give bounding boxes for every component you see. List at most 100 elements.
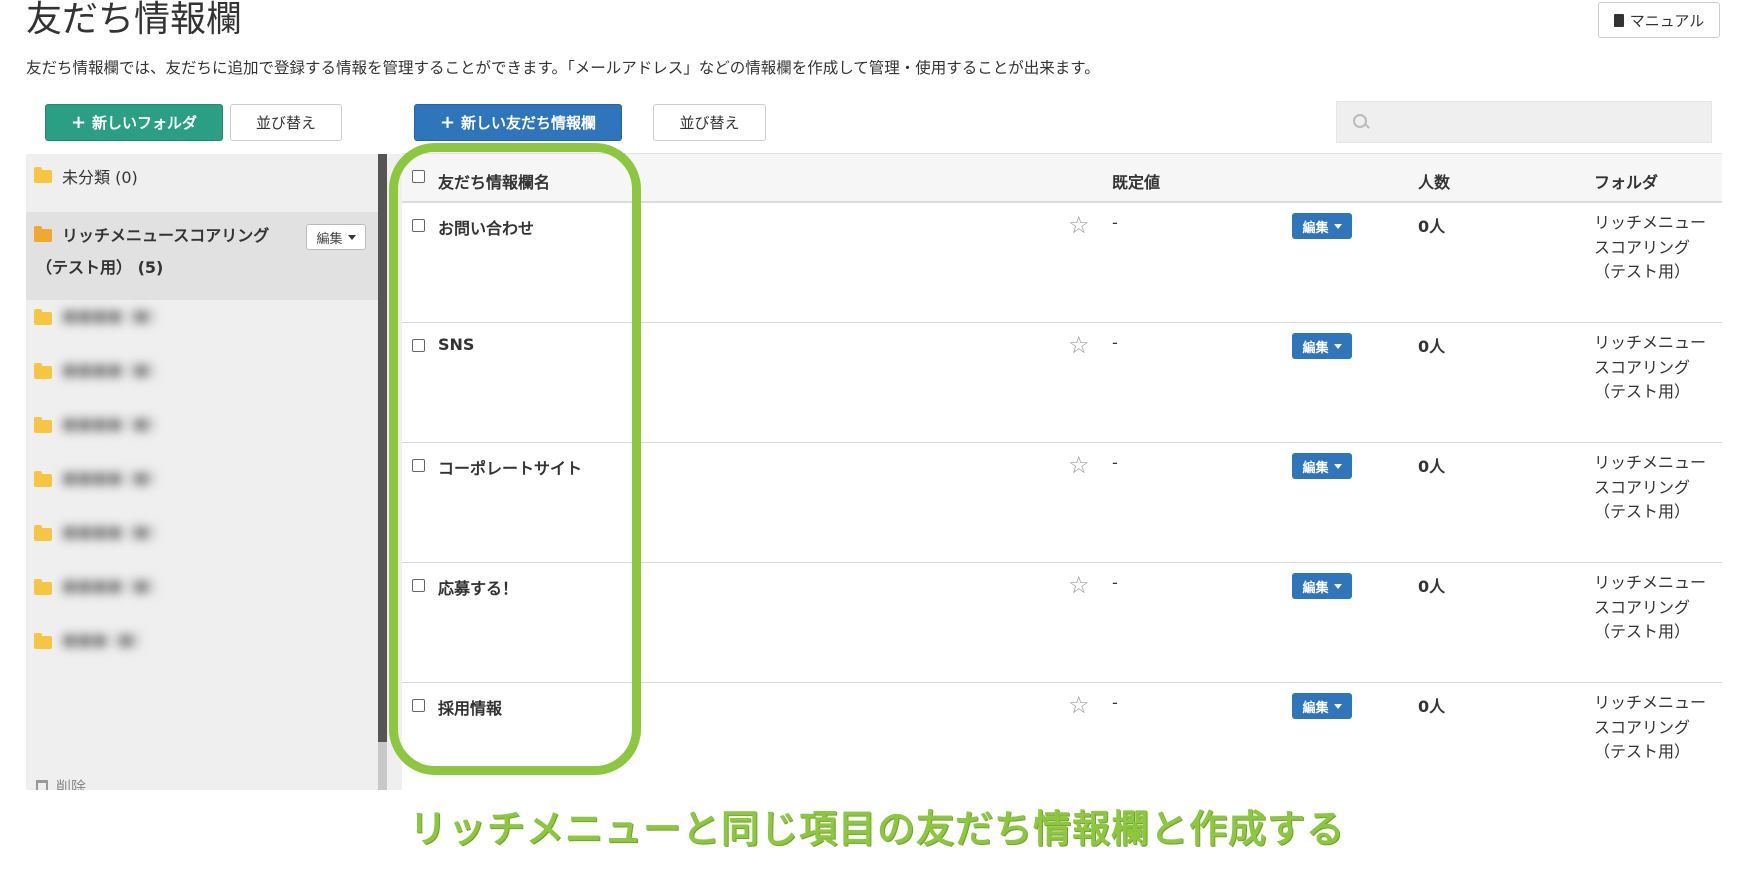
folder-edit-dropdown[interactable]: 編集 xyxy=(306,224,366,250)
field-name[interactable]: 応募する！ xyxy=(438,575,518,599)
edit-dropdown-button[interactable]: 編集 xyxy=(1292,333,1352,359)
default-value: - xyxy=(1112,333,1118,352)
row-checkbox[interactable] xyxy=(412,699,425,712)
edit-dropdown-button[interactable]: 編集 xyxy=(1292,453,1352,479)
star-icon[interactable]: ☆ xyxy=(1068,451,1090,479)
folder-label: ■■■■ (■) xyxy=(62,468,156,487)
table-row: SNS ☆ - 編集 0人 リッチメニュースコアリング（テスト用） xyxy=(402,323,1722,443)
folder-label: ■■■■ (■) xyxy=(62,306,156,325)
friend-count: 0人 xyxy=(1418,217,1446,236)
column-default-header[interactable]: 既定値 xyxy=(1112,169,1160,193)
new-folder-label: 新しいフォルダ xyxy=(92,114,198,132)
page-title: 友だち情報欄 xyxy=(26,0,243,40)
friend-count: 0人 xyxy=(1418,697,1446,716)
chevron-down-icon xyxy=(1333,583,1342,589)
row-checkbox[interactable] xyxy=(412,579,425,592)
row-checkbox[interactable] xyxy=(412,219,425,232)
star-icon[interactable]: ☆ xyxy=(1068,691,1090,719)
edit-dropdown-button[interactable]: 編集 xyxy=(1292,213,1352,239)
folder-name: リッチメニュースコアリング（テスト用） xyxy=(1594,573,1707,641)
folder-uncategorized[interactable]: 未分類 (0) xyxy=(26,164,376,194)
folder-icon xyxy=(34,579,52,595)
chevron-down-icon xyxy=(1333,223,1342,229)
friend-info-table: 友だち情報欄名 既定値 人数 フォルダ お問い合わせ ☆ - 編集 0人 リッチ… xyxy=(402,153,1722,790)
column-name-header[interactable]: 友だち情報欄名 xyxy=(438,169,550,193)
default-value: - xyxy=(1112,213,1118,232)
folder-label-line2: （テスト用） (5) xyxy=(36,258,164,277)
column-count-header[interactable]: 人数 xyxy=(1418,169,1450,193)
folder-icon xyxy=(34,417,52,433)
folder-label: ■■■ (■) xyxy=(62,630,141,649)
page-description: 友だち情報欄では、友だちに追加で登録する情報を管理することができます。「メールア… xyxy=(26,59,1100,77)
sort-fields-button[interactable]: 並び替え xyxy=(653,104,766,141)
field-name[interactable]: コーポレートサイト xyxy=(438,455,582,479)
folder-item[interactable]: ■■■■ (■) xyxy=(26,410,376,440)
star-icon[interactable]: ☆ xyxy=(1068,571,1090,599)
folder-label: ■■■■ (■) xyxy=(62,360,156,379)
edit-dropdown-button[interactable]: 編集 xyxy=(1292,693,1352,719)
folder-item[interactable]: ■■■■ (■) xyxy=(26,356,376,386)
chevron-down-icon xyxy=(1333,703,1342,709)
sort-folders-button[interactable]: 並び替え xyxy=(230,104,342,141)
folder-edit-label: 編集 xyxy=(316,231,343,247)
sidebar-scrollbar[interactable] xyxy=(378,154,387,742)
table-row: コーポレートサイト ☆ - 編集 0人 リッチメニュースコアリング（テスト用） xyxy=(402,443,1722,563)
search-box[interactable] xyxy=(1336,101,1712,143)
edit-label: 編集 xyxy=(1302,580,1329,596)
trash-folder[interactable]: 削除 xyxy=(36,776,86,790)
folder-icon xyxy=(34,471,52,487)
table-header: 友だち情報欄名 既定値 人数 フォルダ xyxy=(402,153,1722,203)
plus-icon: + xyxy=(439,111,456,133)
folder-item[interactable]: ■■■■ (■) xyxy=(26,518,376,548)
folder-label-line1: リッチメニュースコアリング xyxy=(62,226,270,245)
folder-name: リッチメニュースコアリング（テスト用） xyxy=(1594,693,1707,761)
table-row: お問い合わせ ☆ - 編集 0人 リッチメニュースコアリング（テスト用） xyxy=(402,203,1722,323)
folder-name: リッチメニュースコアリング（テスト用） xyxy=(1594,333,1707,401)
field-name[interactable]: SNS xyxy=(438,335,474,354)
folder-item[interactable]: ■■■■ (■) xyxy=(26,464,376,494)
annotation-caption: リッチメニューと同じ項目の友だち情報欄と作成する xyxy=(408,807,1345,851)
row-checkbox[interactable] xyxy=(412,459,425,472)
folder-icon xyxy=(34,167,52,183)
edit-dropdown-button[interactable]: 編集 xyxy=(1292,573,1352,599)
table-row: 採用情報 ☆ - 編集 0人 リッチメニュースコアリング（テスト用） xyxy=(402,683,1722,790)
manual-button[interactable]: マニュアル xyxy=(1598,2,1720,38)
folder-selected[interactable]: リッチメニュースコアリング （テスト用） (5) 編集 xyxy=(26,212,378,300)
new-friend-field-label: 新しい友だち情報欄 xyxy=(461,114,597,132)
plus-icon: + xyxy=(70,111,87,133)
select-all-checkbox[interactable] xyxy=(412,170,425,183)
folder-label: ■■■■ (■) xyxy=(62,414,156,433)
folder-icon xyxy=(34,633,52,649)
edit-label: 編集 xyxy=(1302,460,1329,476)
row-checkbox[interactable] xyxy=(412,339,425,352)
edit-label: 編集 xyxy=(1302,220,1329,236)
field-name[interactable]: お問い合わせ xyxy=(438,215,534,239)
default-value: - xyxy=(1112,693,1118,712)
folder-open-icon xyxy=(34,226,52,242)
folder-icon xyxy=(34,363,52,379)
folder-item[interactable]: ■■■■ (■) xyxy=(26,572,376,602)
friend-count: 0人 xyxy=(1418,457,1446,476)
field-name[interactable]: 採用情報 xyxy=(438,695,502,719)
sidebar-scrollbar-end xyxy=(378,742,387,790)
friend-count: 0人 xyxy=(1418,577,1446,596)
trash-icon xyxy=(36,779,48,790)
folder-item[interactable]: ■■■■ (■) xyxy=(26,302,376,332)
folder-label: ■■■■ (■) xyxy=(62,576,156,595)
book-icon xyxy=(1613,13,1624,27)
star-icon[interactable]: ☆ xyxy=(1068,331,1090,359)
folder-icon xyxy=(34,525,52,541)
folder-item[interactable]: ■■■ (■) xyxy=(26,626,376,656)
new-friend-field-button[interactable]: + 新しい友だち情報欄 xyxy=(414,104,622,141)
column-folder-header[interactable]: フォルダ xyxy=(1594,169,1658,193)
new-folder-button[interactable]: + 新しいフォルダ xyxy=(45,104,223,141)
search-icon xyxy=(1353,114,1369,130)
search-input[interactable] xyxy=(1379,113,1711,131)
star-icon[interactable]: ☆ xyxy=(1068,211,1090,239)
edit-label: 編集 xyxy=(1302,340,1329,356)
manual-button-label: マニュアル xyxy=(1629,11,1705,30)
folder-label: ■■■■ (■) xyxy=(62,522,156,541)
folder-name: リッチメニュースコアリング（テスト用） xyxy=(1594,453,1707,521)
friend-count: 0人 xyxy=(1418,337,1446,356)
chevron-down-icon xyxy=(1333,463,1342,469)
